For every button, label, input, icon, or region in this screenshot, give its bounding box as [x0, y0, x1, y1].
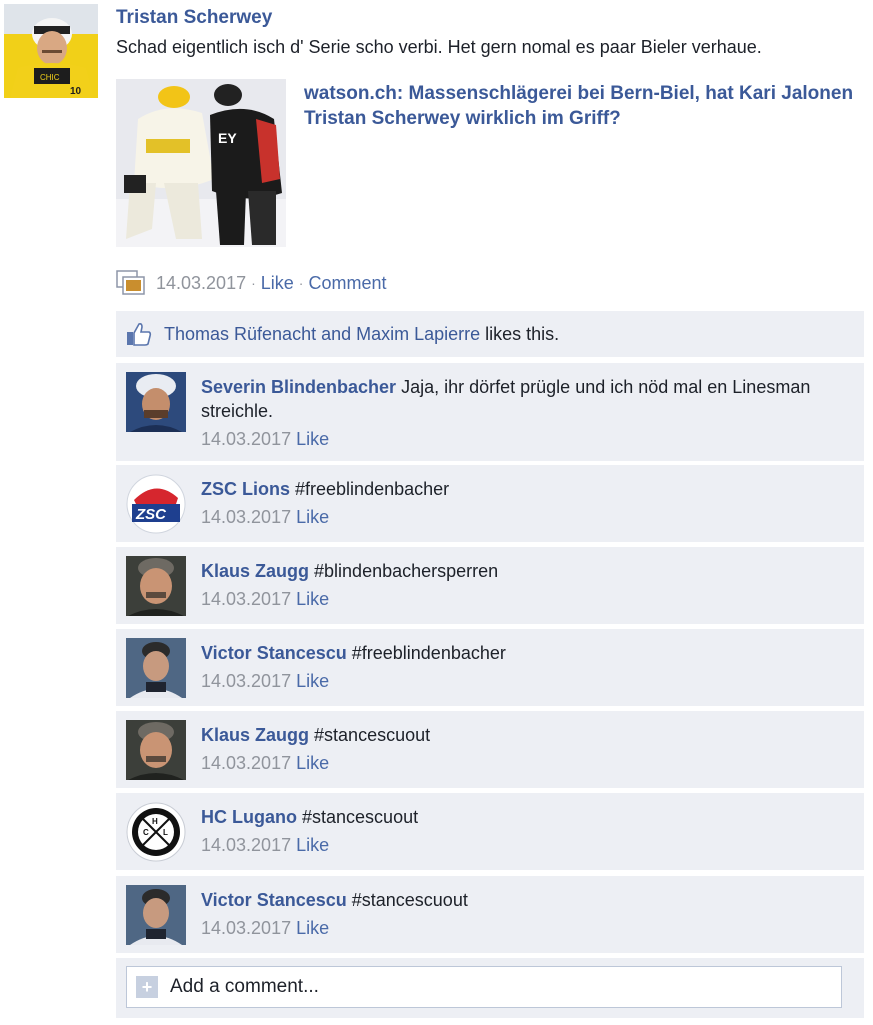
author-avatar[interactable]: CHIC 10	[4, 4, 98, 98]
comment-item: Klaus Zaugg #blindenbachersperren 14.03.…	[116, 547, 864, 624]
thumbs-up-icon	[127, 323, 152, 346]
comment-like-link[interactable]: Like	[296, 753, 329, 773]
comment-text: #stancescuout	[314, 725, 431, 745]
comment-item: Klaus Zaugg #stancescuout 14.03.2017 Like	[116, 711, 864, 788]
comment-text: #freeblindenbacher	[295, 479, 450, 499]
comment-body: Severin Blindenbacher Jaja, ihr dörfet p…	[201, 375, 841, 451]
plus-icon: +	[136, 976, 158, 998]
svg-text:EY: EY	[218, 130, 237, 146]
comment-date: 14.03.2017	[201, 507, 292, 527]
comment-date: 14.03.2017	[201, 835, 292, 855]
svg-text:CHIC: CHIC	[40, 73, 60, 82]
separator: ·	[298, 275, 304, 291]
comment-date: 14.03.2017	[201, 589, 292, 609]
comment-item: Victor Stancescu #stancescuout 14.03.201…	[116, 876, 864, 953]
commenter-name-link[interactable]: Klaus Zaugg	[201, 725, 309, 745]
comment-item: H C L HC Lugano #stancescuout 14.03.2017…	[116, 793, 864, 870]
comment-like-link[interactable]: Like	[296, 589, 329, 609]
comment-text: #stancescuout	[302, 807, 419, 827]
commenter-avatar[interactable]	[126, 720, 186, 780]
like-link[interactable]: Like	[261, 273, 294, 294]
comment-text: #freeblindenbacher	[351, 643, 506, 663]
comment-item: Victor Stancescu #freeblindenbacher 14.0…	[116, 629, 864, 706]
comment-like-link[interactable]: Like	[296, 835, 329, 855]
likers-link[interactable]: Thomas Rüfenacht and Maxim Lapierre	[164, 324, 480, 345]
comment-date: 14.03.2017	[201, 671, 292, 691]
comment-body: Klaus Zaugg #blindenbachersperren 14.03.…	[201, 559, 841, 611]
comment-item: Severin Blindenbacher Jaja, ihr dörfet p…	[116, 363, 864, 461]
comment-body: HC Lugano #stancescuout 14.03.2017 Like	[201, 805, 841, 857]
svg-text:10: 10	[70, 86, 82, 97]
commenter-name-link[interactable]: Victor Stancescu	[201, 643, 347, 663]
commenter-name-link[interactable]: HC Lugano	[201, 807, 297, 827]
svg-text:ZSC: ZSC	[135, 506, 167, 523]
author-name-link[interactable]: Tristan Scherwey	[116, 7, 272, 29]
comment-item: ZSC ZSC Lions #freeblindenbacher 14.03.2…	[116, 465, 864, 542]
separator: ·	[251, 275, 256, 291]
comment-text: #stancescuout	[351, 890, 468, 910]
likes-summary: Thomas Rüfenacht and Maxim Lapierre like…	[116, 311, 864, 357]
attachment-image[interactable]: EY	[116, 79, 286, 247]
add-comment-input[interactable]: + Add a comment...	[126, 966, 842, 1008]
comment-body: Victor Stancescu #freeblindenbacher 14.0…	[201, 641, 841, 693]
post-text: Schad eigentlich isch d' Serie scho verb…	[116, 37, 762, 57]
commenter-avatar[interactable]	[126, 885, 186, 945]
commenter-name-link[interactable]: Victor Stancescu	[201, 890, 347, 910]
svg-text:L: L	[163, 828, 168, 837]
commenter-avatar[interactable]	[126, 556, 186, 616]
photo-icon	[116, 270, 145, 295]
comment-like-link[interactable]: Like	[296, 671, 329, 691]
comment-body: Victor Stancescu #stancescuout 14.03.201…	[201, 888, 841, 940]
svg-text:H: H	[152, 817, 158, 826]
post-meta: 14.03.2017 · Like · Comment	[116, 270, 387, 296]
comment-date: 14.03.2017	[201, 753, 292, 773]
comment-body: ZSC Lions #freeblindenbacher 14.03.2017 L…	[201, 477, 841, 529]
add-comment-box: + Add a comment...	[116, 958, 864, 1018]
svg-text:C: C	[143, 828, 149, 837]
comment-like-link[interactable]: Like	[296, 429, 329, 449]
comment-body: Klaus Zaugg #stancescuout 14.03.2017 Like	[201, 723, 841, 775]
comment-link[interactable]: Comment	[308, 273, 386, 294]
zsc-lions-logo-icon[interactable]: ZSC	[126, 474, 186, 534]
commenter-name-link[interactable]: Severin Blindenbacher	[201, 377, 396, 397]
commenter-avatar[interactable]	[126, 372, 186, 432]
commenter-name-link[interactable]: ZSC Lions	[201, 479, 290, 499]
commenter-name-link[interactable]: Klaus Zaugg	[201, 561, 309, 581]
comment-date: 14.03.2017	[201, 429, 292, 449]
comment-like-link[interactable]: Like	[296, 507, 329, 527]
comment-text: #blindenbachersperren	[314, 561, 499, 581]
hc-lugano-logo-icon[interactable]: H C L	[126, 802, 186, 862]
comment-like-link[interactable]: Like	[296, 918, 329, 938]
comment-date: 14.03.2017	[201, 918, 292, 938]
add-comment-placeholder: Add a comment...	[170, 976, 319, 997]
likes-suffix: likes this.	[485, 323, 560, 344]
post-date: 14.03.2017	[156, 272, 247, 293]
attachment-title-link[interactable]: watson.ch: Massenschlägerei bei Bern-Bie…	[304, 81, 864, 131]
commenter-avatar[interactable]	[126, 638, 186, 698]
